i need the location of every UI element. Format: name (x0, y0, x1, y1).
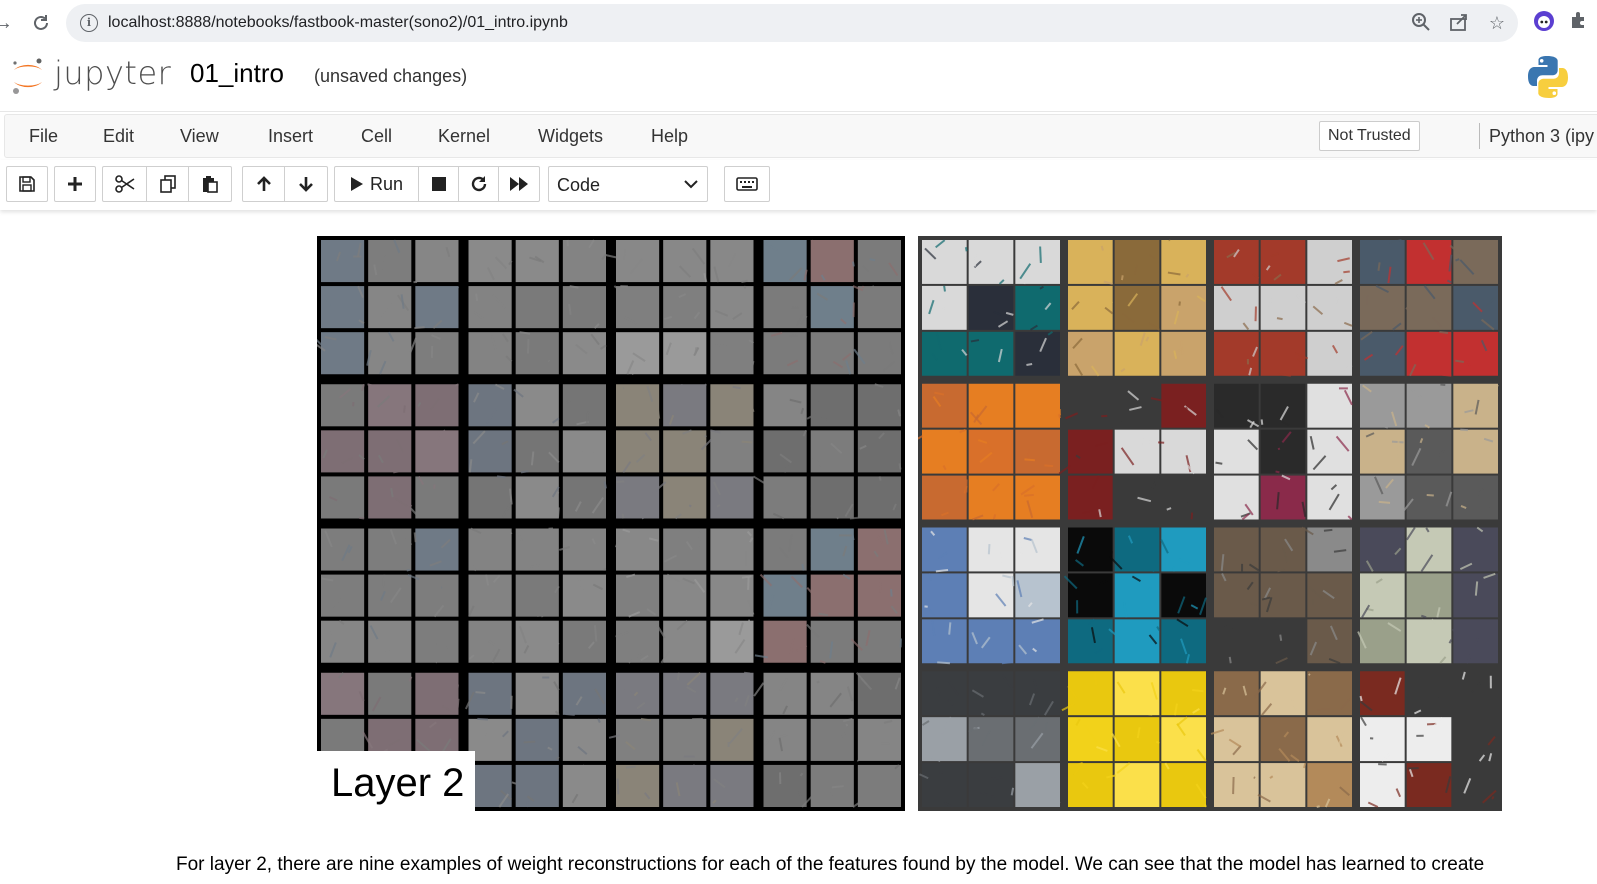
scissors-icon (114, 175, 134, 193)
layer-label: Layer 2 (317, 751, 475, 813)
insert-group (54, 166, 96, 202)
python-logo-icon (1526, 54, 1570, 100)
floppy-disk-icon (19, 176, 35, 192)
bookmark-star-icon[interactable]: ☆ (1486, 12, 1508, 34)
notebook-title[interactable]: 01_intro (190, 58, 284, 89)
insert-cell-button[interactable] (55, 167, 95, 201)
chevron-down-icon (684, 180, 698, 189)
restart-run-all-button[interactable] (499, 167, 539, 201)
cell-type-value: Code (557, 175, 601, 195)
copy-icon (159, 175, 176, 193)
paste-button[interactable] (189, 167, 231, 201)
stop-icon (431, 177, 446, 191)
extension-avatar-icon[interactable] (1533, 10, 1559, 36)
not-trusted-button[interactable]: Not Trusted (1319, 121, 1420, 151)
jupyter-header: jupyter 01_intro (unsaved changes) (0, 46, 1597, 112)
reload-icon[interactable] (26, 8, 56, 38)
kernel-separator (1479, 123, 1480, 149)
clipboard-icon (203, 176, 218, 193)
kernel-indicator[interactable]: Python 3 (ipy (1489, 126, 1594, 147)
menu-edit[interactable]: Edit (103, 126, 134, 147)
menu-widgets[interactable]: Widgets (538, 126, 603, 147)
run-button[interactable]: Run (335, 167, 419, 201)
restart-icon (471, 176, 486, 192)
share-icon[interactable] (1448, 12, 1470, 34)
site-info-icon[interactable]: i (80, 14, 98, 32)
keyboard-icon (736, 177, 758, 191)
notebook-toolbar: Run Code (0, 160, 1597, 210)
zoom-icon[interactable] (1410, 12, 1432, 34)
shortcuts-group (724, 166, 770, 202)
menu-view[interactable]: View (180, 126, 219, 147)
menu-help[interactable]: Help (651, 126, 688, 147)
restart-button[interactable] (459, 167, 499, 201)
menubar: File Edit View Insert Cell Kernel Widget… (4, 114, 1597, 158)
arrow-up-icon (256, 176, 271, 191)
menu-file[interactable]: File (29, 126, 58, 147)
arrow-down-icon (299, 177, 313, 192)
save-status: (unsaved changes) (314, 66, 468, 86)
command-palette-button[interactable] (725, 167, 769, 201)
move-group (242, 166, 328, 202)
play-icon (350, 177, 363, 191)
move-down-button[interactable] (285, 167, 327, 201)
address-url[interactable]: localhost:8888/notebooks/fastbook-master… (108, 14, 568, 32)
layer2-figure: Layer 2 (317, 236, 1502, 813)
run-group: Run (334, 166, 540, 202)
save-button[interactable] (7, 167, 47, 201)
menu-cell[interactable]: Cell (361, 126, 392, 147)
copy-button[interactable] (147, 167, 189, 201)
menu-insert[interactable]: Insert (268, 126, 313, 147)
extensions-puzzle-icon[interactable] (1569, 10, 1595, 36)
run-label: Run (369, 173, 404, 194)
fast-forward-icon (510, 177, 528, 191)
clipboard-group (102, 166, 232, 202)
address-bar[interactable]: i localhost:8888/notebooks/fastbook-mast… (66, 4, 1518, 42)
image-patches-panel (918, 236, 1502, 811)
menu-kernel[interactable]: Kernel (438, 126, 490, 147)
plus-icon (68, 177, 82, 191)
save-group (6, 166, 48, 202)
back-arrow-icon[interactable]: → (0, 8, 18, 38)
cut-button[interactable] (103, 167, 147, 201)
move-up-button[interactable] (243, 167, 285, 201)
jupyter-logo-icon[interactable] (10, 56, 46, 96)
interrupt-button[interactable] (419, 167, 459, 201)
markdown-paragraph: For layer 2, there are nine examples of … (176, 854, 1485, 875)
weight-reconstructions-panel (317, 236, 905, 811)
browser-bar: → i localhost:8888/notebooks/fastbook-ma… (0, 0, 1597, 46)
jupyter-wordmark[interactable]: jupyter (54, 54, 171, 92)
cell-type-select[interactable]: Code (548, 166, 708, 202)
